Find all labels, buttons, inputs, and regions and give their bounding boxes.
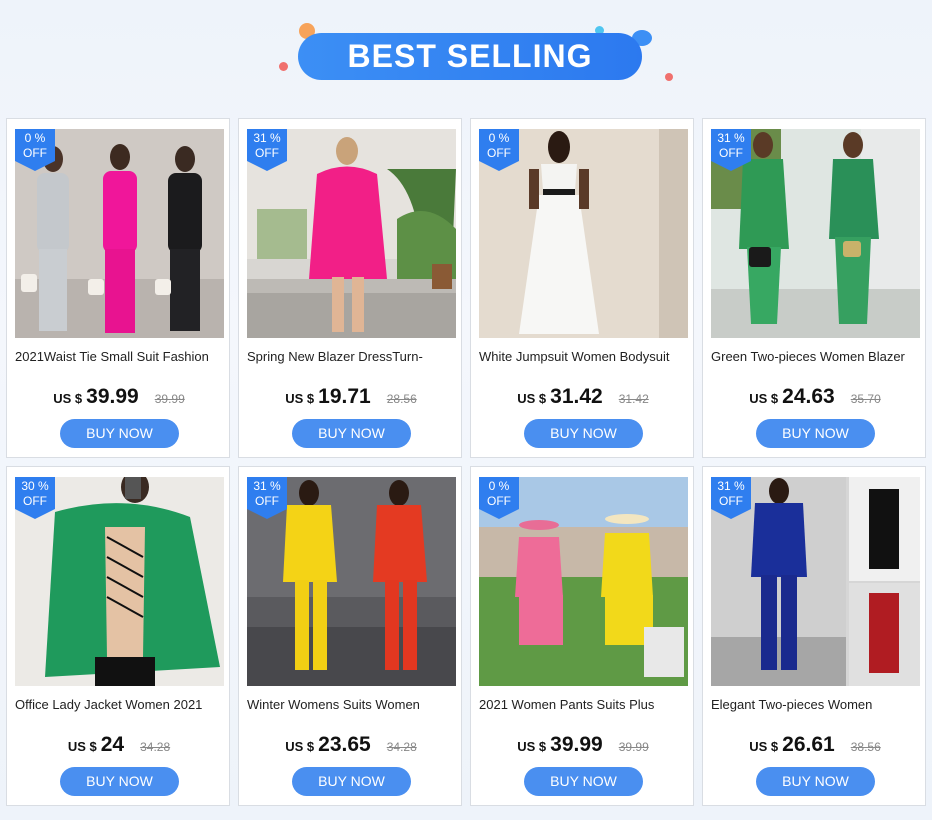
original-price: 39.99 [618, 740, 649, 754]
discount-badge: 31 % OFF [247, 129, 287, 171]
product-card[interactable]: 30 % OFF Office Lady Jacket Women 2021 U… [6, 466, 230, 806]
best-selling-banner: BEST SELLING [298, 33, 642, 80]
discount-percent: 31 % [717, 479, 745, 493]
price-row: US $39.99 39.99 [7, 385, 231, 409]
discount-percent: 0 % [488, 479, 510, 493]
decor-dot [279, 62, 288, 71]
currency-label: US $ [67, 739, 97, 754]
current-price: 24.63 [782, 385, 835, 408]
currency-label: US $ [517, 391, 547, 406]
original-price: 35.70 [850, 392, 881, 406]
product-card[interactable]: 31 % OFF Spring New Blazer DressTurn- US… [238, 118, 462, 458]
current-price: 31.42 [550, 385, 603, 408]
currency-label: US $ [285, 739, 315, 754]
decor-dot [665, 73, 673, 81]
buy-now-button[interactable]: BUY NOW [292, 419, 411, 448]
product-title[interactable]: Elegant Two-pieces Women [711, 697, 920, 712]
price-row: US $24.63 35.70 [703, 385, 927, 409]
discount-badge: 0 % OFF [479, 477, 519, 519]
discount-badge: 31 % OFF [711, 129, 751, 171]
buy-now-button[interactable]: BUY NOW [60, 767, 179, 796]
currency-label: US $ [749, 391, 779, 406]
original-price: 34.28 [140, 740, 171, 754]
original-price: 31.42 [618, 392, 649, 406]
current-price: 39.99 [86, 385, 139, 408]
product-title[interactable]: Office Lady Jacket Women 2021 [15, 697, 224, 712]
product-title[interactable]: Winter Womens Suits Women [247, 697, 456, 712]
discount-off-label: OFF [255, 146, 279, 160]
discount-percent: 0 % [24, 131, 46, 145]
product-title[interactable]: Spring New Blazer DressTurn- [247, 349, 456, 364]
buy-now-button[interactable]: BUY NOW [292, 767, 411, 796]
original-price: 28.56 [386, 392, 417, 406]
product-card[interactable]: 0 % OFF 2021Waist Tie Small Suit Fashion… [6, 118, 230, 458]
product-card[interactable]: 0 % OFF 2021 Women Pants Suits Plus US $… [470, 466, 694, 806]
product-title[interactable]: White Jumpsuit Women Bodysuit [479, 349, 688, 364]
product-card[interactable]: 31 % OFF Green Two-pieces Women Blazer U… [702, 118, 926, 458]
discount-badge: 30 % OFF [15, 477, 55, 519]
discount-off-label: OFF [23, 494, 47, 508]
product-card[interactable]: 0 % OFF White Jumpsuit Women Bodysuit US… [470, 118, 694, 458]
discount-off-label: OFF [487, 146, 511, 160]
current-price: 23.65 [318, 733, 371, 756]
discount-badge: 0 % OFF [479, 129, 519, 171]
discount-off-label: OFF [487, 494, 511, 508]
discount-off-label: OFF [255, 494, 279, 508]
price-row: US $19.71 28.56 [239, 385, 463, 409]
product-card[interactable]: 31 % OFF Winter Womens Suits Women US $2… [238, 466, 462, 806]
buy-now-button[interactable]: BUY NOW [524, 419, 643, 448]
discount-badge: 31 % OFF [247, 477, 287, 519]
discount-percent: 31 % [253, 479, 281, 493]
discount-off-label: OFF [23, 146, 47, 160]
price-row: US $26.61 38.56 [703, 733, 927, 757]
discount-badge: 0 % OFF [15, 129, 55, 171]
buy-now-button[interactable]: BUY NOW [524, 767, 643, 796]
price-row: US $39.99 39.99 [471, 733, 695, 757]
current-price: 24 [100, 733, 125, 756]
best-selling-header: BEST SELLING [0, 0, 932, 112]
current-price: 26.61 [782, 733, 835, 756]
current-price: 19.71 [318, 385, 371, 408]
currency-label: US $ [749, 739, 779, 754]
current-price: 39.99 [550, 733, 603, 756]
currency-label: US $ [517, 739, 547, 754]
discount-badge: 31 % OFF [711, 477, 751, 519]
price-row: US $23.65 34.28 [239, 733, 463, 757]
original-price: 34.28 [386, 740, 417, 754]
original-price: 39.99 [154, 392, 185, 406]
buy-now-button[interactable]: BUY NOW [60, 419, 179, 448]
product-title[interactable]: Green Two-pieces Women Blazer [711, 349, 920, 364]
discount-percent: 0 % [488, 131, 510, 145]
discount-off-label: OFF [719, 494, 743, 508]
currency-label: US $ [285, 391, 315, 406]
original-price: 38.56 [850, 740, 881, 754]
discount-percent: 31 % [717, 131, 745, 145]
discount-off-label: OFF [719, 146, 743, 160]
product-title[interactable]: 2021Waist Tie Small Suit Fashion [15, 349, 224, 364]
price-row: US $24 34.28 [7, 733, 231, 757]
product-title[interactable]: 2021 Women Pants Suits Plus [479, 697, 688, 712]
product-card[interactable]: 31 % OFF Elegant Two-pieces Women US $26… [702, 466, 926, 806]
discount-percent: 31 % [253, 131, 281, 145]
currency-label: US $ [53, 391, 83, 406]
discount-percent: 30 % [21, 479, 49, 493]
buy-now-button[interactable]: BUY NOW [756, 419, 875, 448]
price-row: US $31.42 31.42 [471, 385, 695, 409]
buy-now-button[interactable]: BUY NOW [756, 767, 875, 796]
